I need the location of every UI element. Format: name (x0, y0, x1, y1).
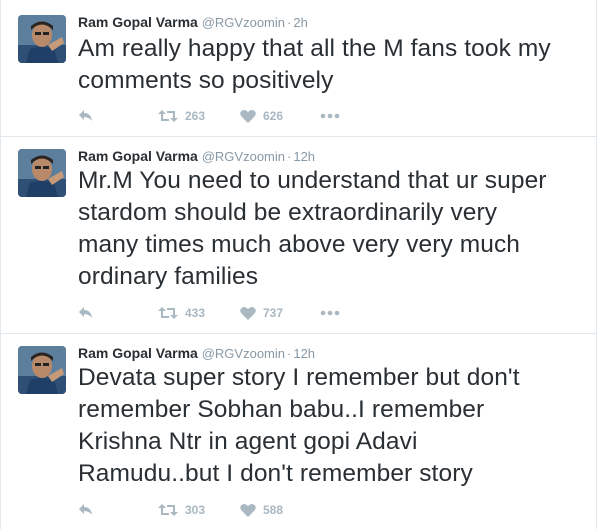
user-handle[interactable]: @RGVzoomin (202, 149, 285, 164)
reply-icon (79, 504, 92, 515)
heart-icon (240, 109, 256, 123)
user-handle[interactable]: @RGVzoomin (202, 346, 285, 361)
heart-icon (240, 503, 256, 517)
tweet-text-line: Ramudu..but I don't remember story (78, 460, 473, 487)
tweet-text-line: many times much above very very much (78, 231, 521, 258)
tweet-text-line: Mr.M You need to understand that ur supe… (78, 167, 547, 194)
reply-button[interactable] (78, 106, 158, 126)
tweet-text: Devata super story I remember but don't … (78, 362, 588, 490)
tweet-card[interactable]: Ram Gopal Varma @RGVzoomin · 12h Devata su… (1, 334, 596, 529)
tweet-text-line: Am really happy that all the M fans took… (78, 35, 551, 62)
more-icon (320, 113, 340, 119)
like-count: 588 (263, 503, 284, 517)
retweet-icon (158, 504, 178, 516)
reply-icon (79, 110, 92, 121)
tweet-text-line: comments so positively (78, 67, 334, 94)
tweet-card[interactable]: Ram Gopal Varma @RGVzoomin · 2h Am really … (1, 0, 596, 137)
retweet-icon (158, 110, 178, 122)
avatar[interactable] (18, 149, 66, 197)
user-handle[interactable]: @RGVzoomin (202, 15, 285, 30)
user-name[interactable]: Ram Gopal Varma (78, 345, 198, 361)
retweet-count: 263 (185, 109, 206, 123)
tweet-header: Ram Gopal Varma @RGVzoomin · 12h (78, 147, 315, 166)
retweet-button[interactable]: 433 (158, 303, 240, 323)
tweet-text-line: stardom should be extraordinarily very (78, 199, 498, 226)
reply-button[interactable] (78, 303, 158, 323)
tweet-text: Mr.M You need to understand that ur supe… (78, 165, 588, 293)
timestamp[interactable]: 12h (293, 346, 315, 361)
more-icon (320, 310, 340, 316)
like-button[interactable]: 626 (240, 106, 320, 126)
tweet-actions: 303 588 (78, 500, 320, 520)
user-name[interactable]: Ram Gopal Varma (78, 14, 198, 30)
tweet-actions: 433 737 (78, 303, 340, 323)
heart-icon (240, 306, 256, 320)
tweet-feed: Ram Gopal Varma @RGVzoomin · 2h Am really … (0, 0, 597, 529)
timestamp[interactable]: 2h (293, 15, 307, 30)
tweet-text-line: Krishna Ntr in agent gopi Adavi (78, 428, 418, 455)
avatar-photo (18, 346, 66, 394)
tweet-actions: 263 626 (78, 106, 340, 126)
retweet-button[interactable]: 303 (158, 500, 240, 520)
avatar-photo (18, 149, 66, 197)
avatar-photo (18, 15, 66, 63)
avatar[interactable] (18, 15, 66, 63)
tweet-text: Am really happy that all the M fans took… (78, 33, 588, 97)
retweet-button[interactable]: 263 (158, 106, 240, 126)
user-name[interactable]: Ram Gopal Varma (78, 148, 198, 164)
reply-icon (79, 307, 92, 318)
retweet-count: 433 (185, 306, 206, 320)
retweet-icon (158, 307, 178, 319)
timestamp[interactable]: 12h (293, 149, 315, 164)
like-count: 737 (263, 306, 284, 320)
tweet-header: Ram Gopal Varma @RGVzoomin · 12h (78, 344, 315, 363)
like-button[interactable]: 737 (240, 303, 320, 323)
tweet-text-line: ordinary families (78, 263, 259, 290)
like-count: 626 (263, 109, 284, 123)
reply-button[interactable] (78, 500, 158, 520)
retweet-count: 303 (185, 503, 206, 517)
like-button[interactable]: 588 (240, 500, 320, 520)
tweet-header: Ram Gopal Varma @RGVzoomin · 2h (78, 13, 308, 32)
more-button[interactable] (320, 303, 340, 323)
tweet-text-line: remember Sobhan babu..I remember (78, 396, 485, 423)
avatar[interactable] (18, 346, 66, 394)
more-button[interactable] (320, 106, 340, 126)
tweet-card[interactable]: Ram Gopal Varma @RGVzoomin · 12h Mr.M You … (1, 137, 596, 334)
tweet-text-line: Devata super story I remember but don't (78, 364, 520, 391)
